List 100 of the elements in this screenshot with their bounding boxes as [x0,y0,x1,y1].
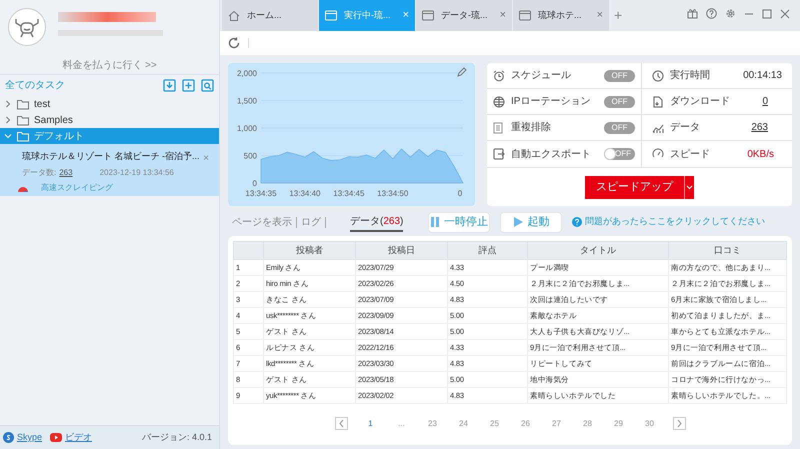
globe-icon [493,96,505,108]
export-icon [493,148,505,160]
help-icon [572,217,582,227]
edit-icon[interactable] [457,67,467,77]
browser-tab[interactable]: 実行中-琉... × [319,0,416,31]
pause-icon [430,216,440,228]
skype-icon[interactable] [3,432,14,443]
page-button[interactable]: ... [394,418,410,430]
stat-label: スピード [670,148,711,162]
help-link[interactable]: 問題があったらここをクリックしてください [585,215,765,229]
page-button[interactable]: 27 [548,418,564,430]
setting-label: IPローテーション [511,95,592,109]
close-icon[interactable] [780,8,790,18]
stat-value: 0KB/s [747,148,774,162]
toggle-switch[interactable]: OFF [604,148,635,160]
page-button[interactable]: 29 [610,418,626,430]
footer-link[interactable]: Skype [17,430,42,444]
add-task-icon[interactable] [182,79,195,92]
view-tab[interactable]: ログ [301,212,321,232]
toggle-switch[interactable]: OFF [604,70,635,82]
toggle-switch[interactable]: OFF [604,122,635,134]
search-icon[interactable] [201,79,214,92]
previous-page-icon[interactable] [334,417,348,430]
column-header[interactable]: 口コミ [668,242,786,260]
browser-tab[interactable]: ホーム... [222,0,319,31]
x-tick-label: 13:34:45 [333,189,364,198]
toggle-switch[interactable]: OFF [604,96,635,108]
alarm-clock-icon [493,70,505,82]
stat-label: データ [670,121,701,135]
new-tab-button[interactable]: + [610,5,626,26]
version-label: バージョン: 4.0.1 [142,430,213,444]
setting-label: 重複排除 [511,120,552,135]
browser-tab[interactable]: 琉球ホテ... × [513,0,610,31]
setting-label: スケジュール [511,69,572,83]
folder-item[interactable]: test [0,96,219,112]
folder-item[interactable]: Samples [0,112,219,128]
view-tab[interactable]: データ(263) [350,212,404,232]
page-button[interactable]: 23 [424,418,440,430]
play-icon[interactable] [50,432,62,443]
count-label: データ数: [22,166,56,178]
page-button[interactable]: 26 [518,418,534,430]
stat-label: 実行時間 [670,68,711,83]
pay-link[interactable]: 料金を払うに行く >> [62,58,157,73]
window-icon [422,10,434,21]
help-icon[interactable] [706,8,717,19]
window-icon [519,10,531,21]
page-button[interactable]: 30 [642,418,658,430]
clock-icon [652,70,664,82]
close-icon[interactable]: × [402,7,409,24]
page-button[interactable]: 24 [456,418,472,430]
y-tick-label: 0 [252,179,257,188]
folder-item[interactable]: デフォルト [0,128,219,144]
all-tasks-title[interactable]: 全てのタスク [5,78,65,93]
footer-link[interactable]: ビデオ [65,430,92,444]
maximize-icon[interactable] [762,8,772,18]
document-icon [493,122,505,134]
close-icon[interactable]: × [203,151,209,166]
x-tick-label: 13:34:35 [245,189,277,198]
task-card[interactable]: 琉球ホテル＆リゾート 名城ビーチ -宿泊予... データ数: 263 2023-12-19 13:34:56 × 高速スクレイピング [0,144,219,196]
column-header[interactable]: 投稿日 [356,242,448,260]
close-icon[interactable]: × [596,7,603,24]
page-button[interactable]: 25 [486,418,502,430]
browser-tab[interactable]: データ-琉... × [416,0,513,31]
page-button[interactable]: 1 [362,418,378,430]
stat-link[interactable]: 0 [762,94,768,109]
file-download-icon [652,96,664,108]
gift-icon[interactable] [687,8,698,19]
setting-label: 自動エクスポート [511,148,592,162]
stat-label: ダウンロード [670,95,731,109]
play-icon [512,216,524,228]
refresh-icon[interactable] [228,37,240,49]
stat-link[interactable]: 263 [751,120,768,135]
window-icon [325,10,337,21]
view-tab[interactable]: ページを表示 [232,212,292,232]
avatar-icon[interactable] [8,8,46,46]
column-header[interactable]: 評点 [448,242,528,260]
chevron-down-icon [686,184,693,190]
task-title[interactable]: 琉球ホテル＆リゾート 名城ビーチ -宿泊予... [22,150,200,164]
settings-icon[interactable] [725,8,736,19]
speed-up-button[interactable]: スピードアップ [585,176,684,198]
folder-icon [17,98,29,110]
home-icon [228,10,240,21]
close-icon[interactable]: × [500,7,506,24]
folder-icon [17,114,29,126]
start-button[interactable]: 起動 [500,212,562,232]
import-icon[interactable] [163,79,176,92]
y-tick-label: 1,000 [236,124,257,133]
chevron-down-icon[interactable] [4,132,12,140]
page-button[interactable]: 28 [580,418,596,430]
x-tick-label: 13:34:40 [289,189,320,198]
x-tick-label: 13:34:50 [377,189,408,198]
folder-icon [17,130,29,142]
column-header[interactable]: 投稿者 [264,242,356,260]
pause-button[interactable]: 一時停止 [428,212,490,232]
column-header[interactable]: タイトル [528,242,668,260]
next-page-icon[interactable] [672,417,686,430]
dropdown-button[interactable] [684,176,694,198]
gauge-icon [652,148,664,160]
mode-label: 高速スクレイピング [41,182,113,194]
count-link[interactable]: 263 [59,166,73,178]
